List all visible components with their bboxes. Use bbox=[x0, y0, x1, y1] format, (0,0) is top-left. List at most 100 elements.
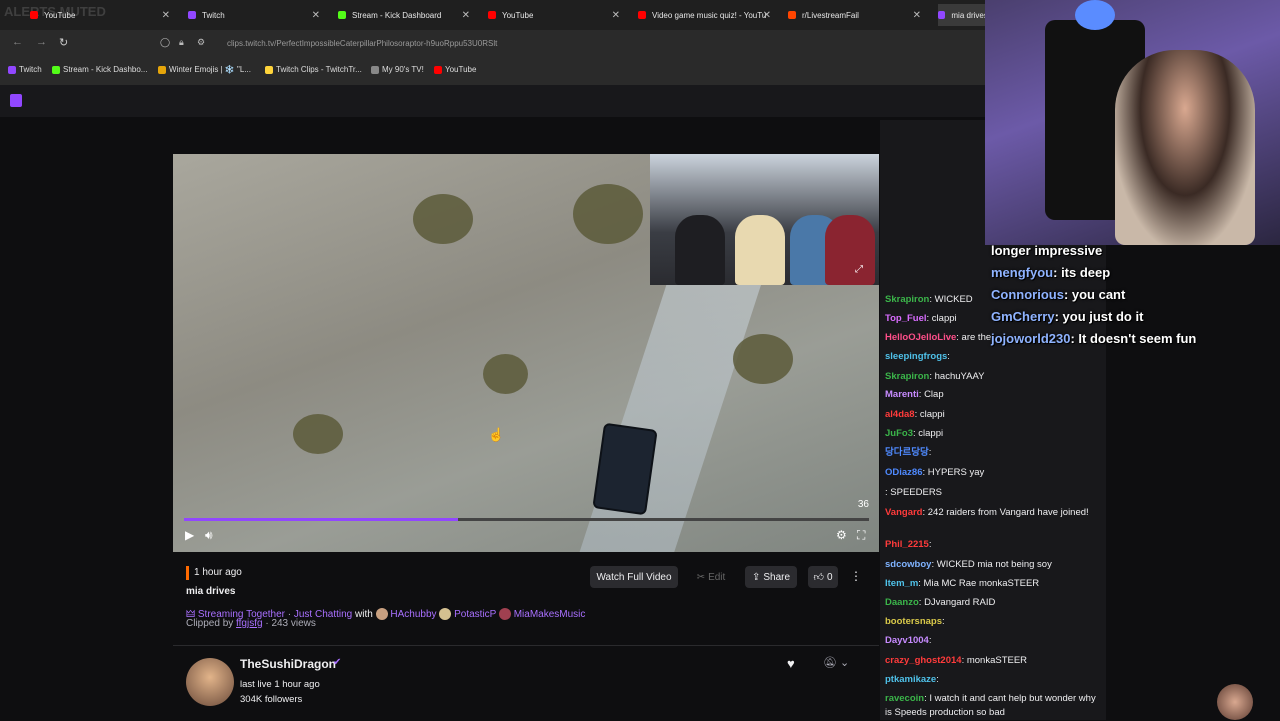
chat-username[interactable]: Daanzo bbox=[885, 597, 919, 608]
browser-tab[interactable]: YouTube ✕ bbox=[488, 4, 620, 26]
overlay-chat-line: Connorious: you cant bbox=[991, 287, 1125, 302]
chat-username[interactable]: crazy_ghost2014 bbox=[885, 655, 962, 666]
overlay-text: : you just do it bbox=[1054, 309, 1144, 324]
channel-avatar[interactable] bbox=[186, 658, 234, 706]
chat-username[interactable]: sdcowboy bbox=[885, 559, 931, 570]
chat-text: : bbox=[928, 635, 932, 646]
chat-username[interactable]: bootersnaps bbox=[885, 616, 942, 627]
chat-text: : monkaSTEER bbox=[961, 655, 1028, 666]
progress-bar[interactable] bbox=[184, 518, 869, 521]
chat-username[interactable]: Skrapiron bbox=[885, 294, 929, 305]
overlay-username: Connorious bbox=[991, 287, 1064, 302]
chat-message: Dayv1004: bbox=[885, 634, 1100, 648]
clipper-link[interactable]: ffgjsfg bbox=[236, 618, 263, 629]
chat-text: : WICKED bbox=[929, 294, 973, 305]
bookmark-favicon-icon bbox=[371, 65, 379, 74]
chat-message: al4da8: clappi bbox=[885, 408, 1100, 422]
bookmark-item[interactable]: My 90's TV! bbox=[371, 65, 424, 74]
chat-text: : bbox=[928, 447, 932, 458]
notifications-icon[interactable]: 🔕︎ ⌄ bbox=[823, 656, 849, 669]
edit-button[interactable]: ✂ Edit bbox=[690, 566, 732, 588]
collaborator-link[interactable]: PotasticP bbox=[454, 609, 496, 620]
chat-username[interactable]: ODiaz86 bbox=[885, 467, 923, 478]
chat-text: : bbox=[936, 674, 939, 685]
close-tab-icon[interactable]: ✕ bbox=[312, 10, 320, 21]
chat-message: crazy_ghost2014: monkaSTEER bbox=[885, 654, 1100, 668]
chat-username[interactable]: Phil_2215 bbox=[885, 539, 929, 550]
chat-message: sdcowboy: WICKED mia not being soy bbox=[885, 558, 1100, 572]
chat-username[interactable]: sleepingfrogs bbox=[885, 351, 947, 362]
chat-text: : bbox=[947, 351, 950, 362]
more-options-icon[interactable]: ⋮ bbox=[850, 569, 862, 583]
twitch-logo-icon[interactable] bbox=[10, 94, 22, 107]
settings-icon[interactable]: ⚙ bbox=[836, 528, 847, 542]
bookmark-favicon-icon bbox=[8, 65, 16, 74]
chat-username[interactable]: Item_m bbox=[885, 578, 918, 589]
browser-tab[interactable]: YouTube ✕ bbox=[30, 4, 170, 26]
mouse-cursor: ☝ bbox=[488, 427, 505, 442]
chat-username[interactable]: ptkamikaze bbox=[885, 674, 936, 685]
site-settings-icon[interactable]: ⚙ bbox=[197, 37, 205, 48]
chat-username[interactable]: HelloOJelloLive bbox=[885, 332, 956, 343]
channel-name[interactable]: TheSushiDragon bbox=[240, 657, 336, 671]
chat-text: : WICKED mia not being soy bbox=[931, 559, 1052, 570]
like-button[interactable]: 👍︎ 0 bbox=[808, 566, 838, 588]
close-tab-icon[interactable]: ✕ bbox=[913, 10, 921, 21]
share-icon: ⇪ bbox=[751, 571, 761, 583]
balloons bbox=[1075, 0, 1115, 30]
chat-message: ODiaz86: HYPERS yay bbox=[885, 466, 1100, 480]
close-tab-icon[interactable]: ✕ bbox=[462, 10, 470, 21]
watch-full-video-button[interactable]: Watch Full Video bbox=[590, 566, 678, 588]
chat-username[interactable]: Vangard bbox=[885, 507, 923, 518]
chat-username[interactable]: 당다르당당 bbox=[885, 447, 929, 458]
collaborator-link[interactable]: MiaMakesMusic bbox=[514, 609, 586, 620]
close-tab-icon[interactable]: ✕ bbox=[612, 10, 620, 21]
fullscreen-icon[interactable]: ⛶ bbox=[857, 528, 865, 543]
video-player[interactable]: ⤢ ☝ 36 bbox=[173, 154, 879, 552]
bookmark-item[interactable]: Twitch bbox=[8, 65, 42, 74]
bookmark-favicon-icon bbox=[265, 65, 273, 74]
chat-username[interactable]: Skrapiron bbox=[885, 371, 929, 382]
browser-tab[interactable]: Video game music quiz! - YouTu ✕ bbox=[638, 4, 771, 26]
chat-text: : clappi bbox=[926, 313, 957, 324]
browser-tab[interactable]: mia drives bbox=[938, 4, 985, 26]
tab-favicon-icon bbox=[30, 11, 38, 19]
chat-username[interactable]: JuFo3 bbox=[885, 428, 913, 439]
chat-username[interactable]: al4da8 bbox=[885, 409, 915, 420]
chat-text: : clappi bbox=[914, 409, 945, 420]
reload-icon[interactable]: ↻ bbox=[59, 36, 68, 49]
collaborator-link[interactable]: HAchubby bbox=[390, 609, 436, 620]
expand-pip-icon[interactable]: ⤢ bbox=[855, 264, 863, 275]
bookmark-item[interactable]: YouTube bbox=[434, 65, 476, 74]
browser-tab[interactable]: Stream - Kick Dashboard ✕ bbox=[338, 4, 470, 26]
bookmark-item[interactable]: Twitch Clips - TwitchTr... bbox=[265, 65, 362, 74]
chat-message: Vangard: 242 raiders from Vangard have j… bbox=[885, 506, 1100, 520]
browser-tab[interactable]: Twitch ✕ bbox=[188, 4, 320, 26]
back-icon[interactable]: ← bbox=[12, 36, 23, 48]
browser-tab-bar: ALERTS MUTED YouTube ✕ Twitch ✕ Stream - Kic… bbox=[0, 0, 985, 30]
url-field[interactable]: clips.twitch.tv/PerfectImpossibleCaterpi… bbox=[227, 39, 497, 48]
close-tab-icon[interactable]: ✕ bbox=[763, 10, 771, 21]
forward-icon[interactable]: → bbox=[36, 36, 47, 48]
follow-heart-icon[interactable]: ♥ bbox=[787, 656, 795, 671]
tab-favicon-icon bbox=[338, 11, 346, 19]
bookmark-item[interactable]: Stream - Kick Dashbo... bbox=[52, 65, 147, 74]
bookmark-item[interactable]: Winter Emojis | ❄️ "L... bbox=[158, 65, 251, 74]
volume-icon[interactable]: 🔊︎ bbox=[205, 528, 213, 543]
view-count: 243 views bbox=[271, 618, 316, 629]
lock-icon[interactable]: 🔒︎ bbox=[179, 37, 184, 48]
play-icon[interactable]: ▶ bbox=[185, 528, 194, 542]
close-tab-icon[interactable]: ✕ bbox=[162, 10, 170, 21]
chat-username[interactable]: Dayv1004 bbox=[885, 635, 929, 646]
chat-username[interactable]: Marenti bbox=[885, 389, 919, 400]
share-button[interactable]: ⇪ Share bbox=[745, 566, 797, 588]
chat-username[interactable]: ravecoin bbox=[885, 693, 924, 704]
chat-username[interactable]: Top_Fuel bbox=[885, 313, 927, 324]
shield-icon[interactable]: ◯ bbox=[160, 37, 170, 48]
chat-message: ptkamikaze: bbox=[885, 673, 1100, 687]
chat-text: : HYPERS yay bbox=[922, 467, 985, 478]
tab-favicon-icon bbox=[638, 11, 646, 19]
tab-favicon-icon bbox=[488, 11, 496, 19]
overlay-text: longer impressive bbox=[991, 243, 1103, 258]
browser-tab[interactable]: r/LivestreamFail ✕ bbox=[788, 4, 921, 26]
